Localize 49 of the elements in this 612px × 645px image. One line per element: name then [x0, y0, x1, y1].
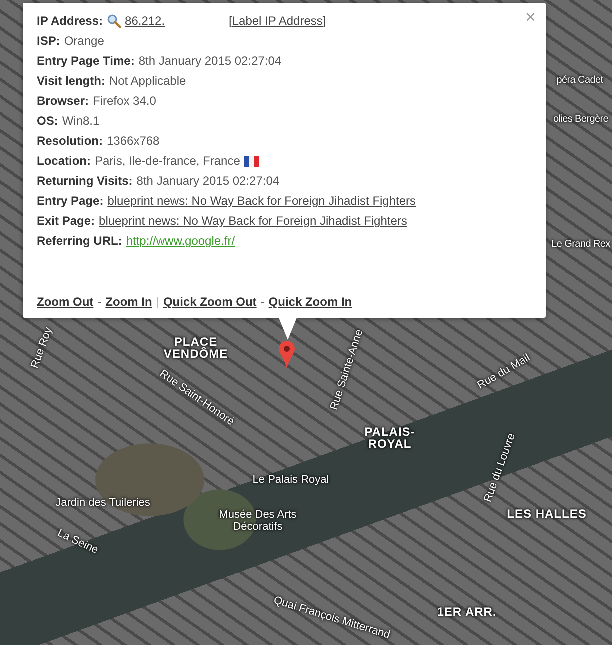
- field-value: 8th January 2015 02:27:04: [136, 174, 280, 188]
- page-link[interactable]: blueprint news: No Way Back for Foreign Jihadist Fighters: [99, 214, 408, 228]
- place-label: Musée Des Arts Décoratifs: [218, 509, 298, 533]
- district-label: PLACE VENDÔME: [162, 336, 230, 360]
- field-value: Not Applicable: [109, 74, 186, 88]
- field-value: Paris, Ile-de-france, France: [95, 154, 240, 168]
- field-label: Resolution:: [37, 134, 103, 148]
- field-value: Firefox 34.0: [93, 94, 156, 108]
- district-label: LES HALLES: [507, 508, 587, 520]
- zoom-link[interactable]: Quick Zoom Out: [163, 295, 257, 309]
- magnifier-icon[interactable]: [107, 14, 122, 28]
- field-label: Exit Page:: [37, 214, 96, 228]
- flag-icon: [244, 156, 260, 166]
- field-label: Location:: [37, 154, 91, 168]
- field-label: IP Address:: [37, 14, 104, 28]
- field-value: 8th January 2015 02:27:04: [138, 54, 282, 68]
- field-value: Win8.1: [62, 114, 100, 128]
- district-label: PALAIS-ROYAL: [364, 426, 416, 450]
- field-label: Entry Page Time:: [37, 54, 135, 68]
- place-label: olies Bergère: [553, 114, 609, 126]
- map-pin-icon[interactable]: [279, 341, 295, 369]
- place-label: Le Grand Rex: [552, 239, 610, 251]
- zoom-link[interactable]: Zoom Out: [37, 295, 94, 309]
- separator: |: [156, 295, 160, 309]
- separator: -: [98, 295, 102, 309]
- field-label: Visit length:: [37, 74, 106, 88]
- field-label: Referring URL:: [37, 234, 122, 248]
- place-label: Le Palais Royal: [252, 474, 330, 486]
- field-label: OS:: [37, 114, 58, 128]
- field-label: Browser:: [37, 94, 90, 108]
- zoom-link[interactable]: Quick Zoom In: [268, 295, 352, 309]
- field-value: Orange: [64, 34, 104, 48]
- label-ip-link[interactable]: [Label IP Address]: [229, 14, 326, 28]
- zoom-link[interactable]: Zoom In: [106, 295, 152, 309]
- field-label: ISP:: [37, 34, 60, 48]
- ip-address-link[interactable]: 86.212.: [125, 14, 226, 28]
- page-link[interactable]: blueprint news: No Way Back for Foreign Jihadist Fighters: [108, 194, 416, 208]
- street-label: Rue du Mail: [476, 352, 532, 392]
- district-label: 1ER ARR.: [437, 606, 497, 618]
- separator: -: [260, 295, 265, 309]
- street-label: La Seine: [56, 527, 100, 557]
- place-label: péra Cadet: [556, 75, 604, 87]
- street-label: Rue du Louvre: [482, 432, 518, 504]
- street-label: Rue Roy: [29, 326, 55, 370]
- field-label: Returning Visits:: [37, 174, 133, 188]
- place-label: Jardin des Tuileries: [56, 497, 150, 509]
- url-link[interactable]: http://www.google.fr/: [126, 234, 236, 248]
- field-value: 1366x768: [107, 134, 160, 148]
- field-label: Entry Page:: [37, 194, 104, 208]
